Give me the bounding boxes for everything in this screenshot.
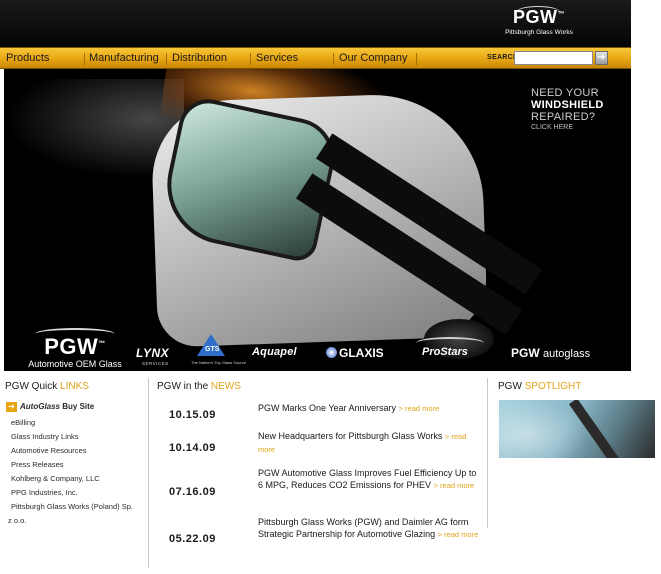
- glaxis-logo[interactable]: GLAXIS: [339, 346, 384, 360]
- pgw-autoglass-logo[interactable]: PGW autoglass: [511, 346, 590, 360]
- nav-separator: [416, 53, 419, 65]
- news-date: 10.15.09: [169, 409, 216, 421]
- logo-tm: ™: [557, 11, 565, 18]
- quick-link-press-releases[interactable]: Press Releases: [11, 460, 64, 469]
- quick-link-glass-industry-links[interactable]: Glass Industry Links: [11, 432, 79, 441]
- nav-separator: [333, 53, 336, 65]
- glaxis-globe-icon: [326, 347, 337, 358]
- news-item[interactable]: PGW Marks One Year Anniversary > read mo…: [258, 402, 480, 415]
- news-headline[interactable]: New Headquarters for Pittsburgh Glass Wo…: [258, 431, 445, 441]
- news-headline[interactable]: PGW Marks One Year Anniversary: [258, 403, 399, 413]
- main-nav: Products Manufacturing Distribution Serv…: [0, 47, 631, 69]
- news-title-text: PGW in the: [157, 381, 211, 392]
- read-more-link[interactable]: > read more: [434, 481, 475, 490]
- logo-mark: PGW: [513, 7, 558, 27]
- nav-item-distribution[interactable]: Distribution: [172, 52, 227, 64]
- logo-car-arc-icon: [35, 328, 115, 340]
- buy-site-label: Buy Site: [62, 402, 95, 412]
- nav-item-products[interactable]: Products: [6, 52, 49, 64]
- gts-logo: GTS: [205, 346, 220, 353]
- spotlight-title-text: PGW: [498, 381, 525, 392]
- autoglass-buy-site-link[interactable]: ➔ AutoGlass Buy Site: [6, 402, 94, 412]
- lynx-logo-subtitle: SERVICES: [142, 361, 169, 366]
- pgw-autoglass-word: autoglass: [543, 348, 591, 360]
- pgw-logo[interactable]: PGW™ Pittsburgh Glass Works: [499, 7, 579, 36]
- aquapel-logo[interactable]: Aquapel: [252, 346, 297, 358]
- pgw-autoglass-mark: PGW: [511, 346, 540, 360]
- quick-links-title: PGW Quick LINKS: [5, 381, 89, 392]
- windshield-repair-promo[interactable]: NEED YOUR WINDSHIELD REPAIRED? CLICK HER…: [531, 87, 631, 131]
- nav-separator: [250, 53, 253, 65]
- quick-link-ebilling[interactable]: eBilling: [11, 418, 35, 427]
- promo-click-here-link[interactable]: CLICK HERE: [531, 124, 631, 131]
- quick-link-automotive-resources[interactable]: Automotive Resources: [11, 446, 86, 455]
- pgw-oem-logo[interactable]: PGW™ Automotive OEM Glass: [20, 328, 130, 369]
- quick-link-kohlberg[interactable]: Kohlberg & Company, LLC: [11, 474, 100, 483]
- arrow-right-icon: ➔: [6, 402, 17, 412]
- news-date: 07.16.09: [169, 486, 216, 498]
- news-date: 05.22.09: [169, 533, 216, 545]
- news-date: 10.14.09: [169, 442, 216, 454]
- prostars-logo[interactable]: ProStars: [422, 346, 468, 358]
- search-input[interactable]: [514, 51, 593, 65]
- quick-link-pgw-poland-cont[interactable]: z o.o.: [8, 516, 26, 525]
- quick-link-ppg-industries[interactable]: PPG Industries, Inc.: [11, 488, 78, 497]
- logo-subtitle: Pittsburgh Glass Works: [505, 29, 573, 36]
- column-divider: [148, 378, 149, 568]
- spotlight-title: PGW SPOTLIGHT: [498, 381, 581, 392]
- gts-logo-subtitle: The Nation's Top Glass Source: [191, 360, 246, 365]
- read-more-link[interactable]: > read more: [399, 404, 440, 413]
- search-go-button[interactable]: ➔: [595, 51, 608, 65]
- lynx-logo[interactable]: LYNX: [136, 346, 169, 360]
- quick-links-title-highlight: LINKS: [60, 381, 89, 392]
- hero-banner[interactable]: NEED YOUR WINDSHIELD REPAIRED? CLICK HER…: [4, 69, 631, 371]
- spotlight-title-highlight: SPOTLIGHT: [524, 381, 582, 392]
- nav-separator: [84, 53, 87, 65]
- quick-links-title-text: PGW Quick: [5, 381, 61, 392]
- site-header: PGW™ Pittsburgh Glass Works: [0, 0, 631, 47]
- nav-item-our-company[interactable]: Our Company: [339, 52, 407, 64]
- oem-logo-tm: ™: [98, 340, 106, 348]
- news-title: PGW in the NEWS: [157, 381, 241, 392]
- promo-line-3: REPAIRED?: [531, 111, 596, 123]
- promo-line-2: WINDSHIELD: [531, 99, 604, 111]
- brand-logo-strip: PGW™ Automotive OEM Glass LYNX SERVICES …: [4, 324, 631, 371]
- spotlight-image[interactable]: [499, 400, 655, 458]
- nav-item-manufacturing[interactable]: Manufacturing: [89, 52, 159, 64]
- nav-separator: [166, 53, 169, 65]
- autoglass-label: AutoGlass: [20, 402, 61, 412]
- news-item[interactable]: Pittsburgh Glass Works (PGW) and Daimler…: [258, 516, 480, 541]
- news-title-highlight: NEWS: [210, 381, 241, 392]
- oem-logo-subtitle: Automotive OEM Glass: [28, 359, 122, 369]
- read-more-link[interactable]: > read more: [438, 530, 479, 539]
- news-item[interactable]: New Headquarters for Pittsburgh Glass Wo…: [258, 430, 480, 456]
- quick-link-pgw-poland[interactable]: Pittsburgh Glass Works (Poland) Sp.: [11, 502, 133, 511]
- promo-line-1: NEED YOUR: [531, 87, 599, 99]
- column-divider: [487, 378, 488, 528]
- nav-item-services[interactable]: Services: [256, 52, 298, 64]
- news-item[interactable]: PGW Automotive Glass Improves Fuel Effic…: [258, 467, 480, 492]
